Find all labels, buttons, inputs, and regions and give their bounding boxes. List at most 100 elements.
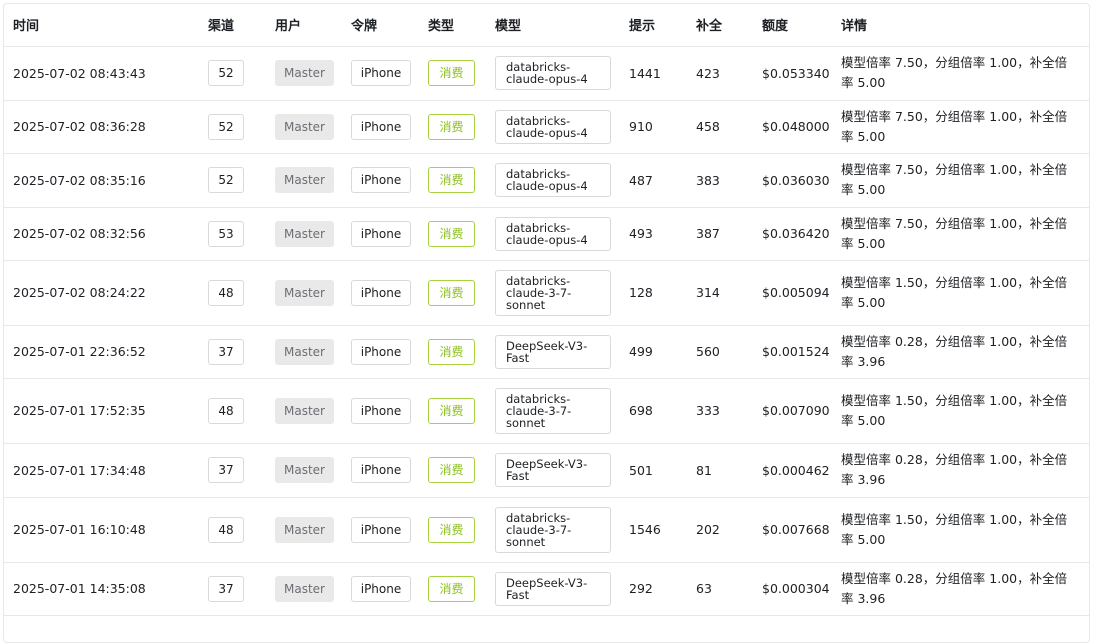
user-tag[interactable]: Master	[275, 338, 334, 365]
cell-completion: 383	[687, 153, 753, 208]
channel-tag[interactable]: 52	[208, 113, 244, 140]
token-tag[interactable]: iPhone	[351, 279, 411, 306]
type-tag: 消费	[428, 60, 475, 86]
header-completion[interactable]: 补全	[687, 4, 753, 47]
model-tag[interactable]: databricks-claude-opus-4	[495, 163, 611, 197]
cell-token: iPhone	[342, 207, 419, 261]
channel-tag[interactable]: 48	[208, 397, 244, 424]
cell-quota: $0.007090	[753, 378, 832, 444]
header-quota[interactable]: 额度	[753, 4, 832, 47]
header-time[interactable]: 时间	[4, 4, 199, 47]
header-user[interactable]: 用户	[266, 4, 342, 47]
token-tag[interactable]: iPhone	[351, 167, 411, 193]
detail-value: 模型倍率 1.50，分组倍率 1.00，补全倍率 5.00	[841, 511, 1068, 547]
cell-time: 2025-07-01 16:10:48	[4, 497, 199, 563]
cell-prompt: 1441	[620, 46, 687, 101]
prompt-value: 292	[629, 581, 653, 596]
time-value: 2025-07-01 22:36:52	[13, 344, 146, 359]
cell-prompt: 499	[620, 325, 687, 379]
type-tag: 消费	[428, 457, 475, 483]
cell-model: DeepSeek-V3-Fast	[486, 443, 620, 498]
cell-channel: 37	[199, 562, 266, 616]
model-tag[interactable]: DeepSeek-V3-Fast	[495, 453, 611, 487]
user-tag[interactable]: Master	[275, 457, 334, 483]
user-tag[interactable]: Master	[275, 397, 334, 424]
header-token[interactable]: 令牌	[342, 4, 419, 47]
detail-value: 模型倍率 0.28，分组倍率 1.00，补全倍率 3.96	[841, 452, 1068, 487]
table-row: 2025-07-01 17:34:48 37 Master iPhone 消费 …	[4, 443, 1089, 498]
token-tag[interactable]: iPhone	[351, 220, 411, 247]
header-model[interactable]: 模型	[486, 4, 620, 47]
time-value: 2025-07-01 14:35:08	[13, 581, 146, 596]
cell-channel: 37	[199, 443, 266, 498]
token-tag[interactable]: iPhone	[351, 60, 411, 86]
user-tag[interactable]: Master	[275, 575, 334, 602]
model-tag[interactable]: DeepSeek-V3-Fast	[495, 334, 611, 369]
channel-tag[interactable]: 37	[208, 575, 244, 602]
token-tag[interactable]: iPhone	[351, 113, 411, 140]
cell-token: iPhone	[342, 443, 419, 498]
cell-time: 2025-07-01 14:35:08	[4, 562, 199, 616]
model-tag[interactable]: databricks-claude-opus-4	[495, 216, 611, 251]
channel-tag[interactable]: 48	[208, 516, 244, 543]
user-tag[interactable]: Master	[275, 113, 334, 140]
header-type[interactable]: 类型	[419, 4, 486, 47]
channel-tag[interactable]: 48	[208, 279, 244, 306]
token-tag[interactable]: iPhone	[351, 516, 411, 543]
model-tag[interactable]: DeepSeek-V3-Fast	[495, 571, 611, 606]
cell-model: databricks-claude-opus-4	[486, 100, 620, 154]
token-tag[interactable]: iPhone	[351, 338, 411, 365]
detail-value: 模型倍率 1.50，分组倍率 1.00，补全倍率 5.00	[841, 274, 1068, 310]
quota-value: $0.036030	[762, 172, 830, 188]
header-prompt[interactable]: 提示	[620, 4, 687, 47]
user-tag[interactable]: Master	[275, 516, 334, 543]
user-tag[interactable]: Master	[275, 60, 334, 86]
completion-value: 560	[696, 344, 720, 359]
cell-detail: 模型倍率 1.50，分组倍率 1.00，补全倍率 5.00	[832, 260, 1089, 326]
cell-completion: 423	[687, 46, 753, 101]
quota-value: $0.053340	[762, 65, 830, 81]
cell-time: 2025-07-02 08:36:28	[4, 100, 199, 154]
detail-value: 模型倍率 7.50，分组倍率 1.00，补全倍率 5.00	[841, 108, 1068, 144]
cell-channel: 53	[199, 207, 266, 261]
cell-completion: 560	[687, 325, 753, 379]
channel-tag[interactable]: 52	[208, 167, 244, 193]
cell-type: 消费	[419, 562, 486, 616]
channel-tag[interactable]: 53	[208, 220, 244, 247]
header-detail[interactable]: 详情	[832, 4, 1089, 47]
completion-value: 314	[696, 285, 720, 300]
header-channel[interactable]: 渠道	[199, 4, 266, 47]
model-tag[interactable]: databricks-claude-opus-4	[495, 56, 611, 90]
cell-quota: $0.005094	[753, 260, 832, 326]
log-table: 时间 渠道 用户 令牌 类型 模型 提示 补全 额度 详情 2025-07-02…	[4, 4, 1089, 616]
channel-tag[interactable]: 52	[208, 60, 244, 86]
quota-value: $0.001524	[762, 344, 830, 359]
cell-detail: 模型倍率 1.50，分组倍率 1.00，补全倍率 5.00	[832, 378, 1089, 444]
user-tag[interactable]: Master	[275, 220, 334, 247]
cell-user: Master	[266, 153, 342, 208]
user-tag[interactable]: Master	[275, 279, 334, 306]
table-row: 2025-07-02 08:32:56 53 Master iPhone 消费 …	[4, 207, 1089, 261]
cell-time: 2025-07-02 08:35:16	[4, 153, 199, 208]
channel-tag[interactable]: 37	[208, 457, 244, 483]
token-tag[interactable]: iPhone	[351, 457, 411, 483]
model-tag[interactable]: databricks-claude-opus-4	[495, 109, 611, 144]
model-tag[interactable]: databricks-claude-3-7-sonnet	[495, 387, 611, 434]
model-tag[interactable]: databricks-claude-3-7-sonnet	[495, 506, 611, 553]
channel-tag[interactable]: 37	[208, 338, 244, 365]
cell-detail: 模型倍率 7.50，分组倍率 1.00，补全倍率 5.00	[832, 100, 1089, 154]
token-tag[interactable]: iPhone	[351, 397, 411, 424]
type-tag: 消费	[428, 516, 475, 543]
user-tag[interactable]: Master	[275, 167, 334, 193]
model-tag[interactable]: databricks-claude-3-7-sonnet	[495, 269, 611, 316]
cell-completion: 63	[687, 562, 753, 616]
token-tag[interactable]: iPhone	[351, 575, 411, 602]
cell-completion: 458	[687, 100, 753, 154]
prompt-value: 487	[629, 172, 653, 188]
cell-model: databricks-claude-opus-4	[486, 153, 620, 208]
cell-quota: $0.048000	[753, 100, 832, 154]
table-body: 2025-07-02 08:43:43 52 Master iPhone 消费 …	[4, 46, 1089, 616]
cell-type: 消费	[419, 153, 486, 208]
prompt-value: 501	[629, 462, 653, 478]
cell-prompt: 128	[620, 260, 687, 326]
